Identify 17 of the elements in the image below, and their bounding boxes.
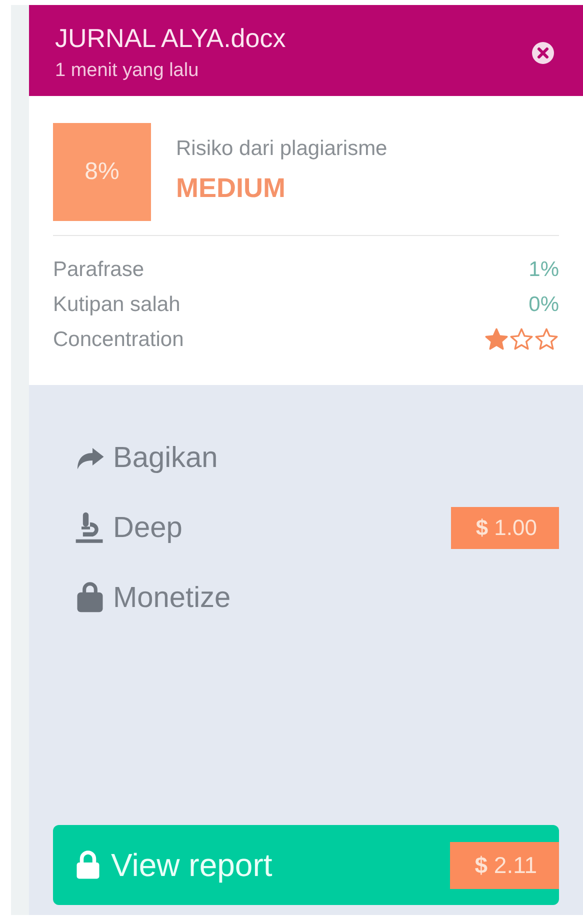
action-link[interactable]: Deep — [113, 512, 451, 544]
percentage-badge: 8% — [53, 123, 151, 221]
metric-label: Parafrase — [53, 258, 144, 282]
price-tag: $ 1.00 — [450, 507, 559, 549]
metric-value: 0% — [528, 292, 559, 316]
document-title: JURNAL ALYA.docx — [55, 23, 287, 54]
metric-label: Concentration — [53, 328, 184, 352]
risk-label: Risiko dari plagiarisme — [176, 137, 388, 161]
metric-label: Kutipan salah — [53, 292, 180, 316]
view-report-button[interactable]: View report $ 2.11 — [53, 825, 559, 905]
price-tag: $ 2.11 — [450, 842, 559, 888]
action-link[interactable]: Bagikan — [113, 442, 559, 474]
metric-value: 1% — [528, 258, 559, 282]
close-icon[interactable] — [531, 40, 555, 64]
risk-level: MEDIUM — [176, 173, 286, 204]
timestamp: 1 menit yang lalu — [55, 60, 200, 82]
action-link[interactable]: Monetize — [113, 582, 559, 614]
